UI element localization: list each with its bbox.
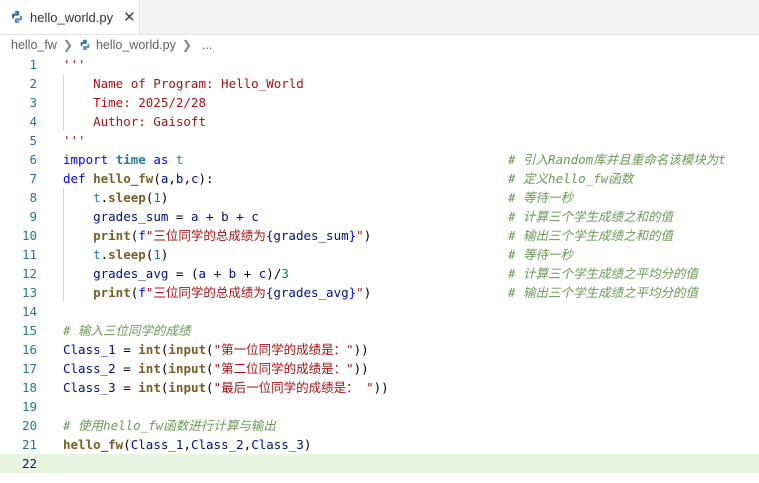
- tab-hello-world-py[interactable]: hello_world.py ✕: [0, 0, 140, 34]
- breadcrumb-file-label: hello_world.py: [95, 38, 176, 52]
- code-line[interactable]: 12 grades_avg = (a + b + c)/3 # 计算三个学生成绩之…: [0, 264, 759, 283]
- line-code: grades_sum = a + b + c: [93, 209, 259, 224]
- line-comment: # 计算三个学生成绩之平均分的值: [508, 266, 699, 281]
- code-line[interactable]: 11 t.sleep(1) # 等待一秒: [0, 245, 759, 264]
- line-number: 3: [29, 95, 37, 110]
- line-code: import time as t: [63, 152, 184, 167]
- line-code: ''': [63, 57, 86, 72]
- line-number: 2: [29, 76, 37, 91]
- breadcrumb-file[interactable]: hello_world.py: [79, 38, 176, 52]
- code-line[interactable]: 21 hello_fw(Class_1,Class_2,Class_3): [0, 435, 759, 454]
- chevron-right-icon: ❯: [181, 38, 192, 52]
- code-line[interactable]: 9 grades_sum = a + b + c # 计算三个学生成绩之和的值: [0, 207, 759, 226]
- line-code: print(f"三位同学的总成绩为{grades_avg}"): [93, 285, 372, 300]
- code-line[interactable]: 18 Class_3 = int(input("最后一位同学的成绩是： ")): [0, 378, 759, 397]
- breadcrumb-ellipsis[interactable]: ...: [202, 38, 212, 52]
- line-code: # 输入三位同学的成绩: [63, 323, 191, 338]
- line-number: 13: [21, 285, 37, 300]
- code-line[interactable]: 15 # 输入三位同学的成绩: [0, 321, 759, 340]
- line-number: 7: [29, 171, 37, 186]
- code-line[interactable]: 14: [0, 302, 759, 321]
- code-line[interactable]: 8 t.sleep(1) # 等待一秒: [0, 188, 759, 207]
- close-icon[interactable]: ✕: [123, 10, 136, 25]
- line-comment: # 计算三个学生成绩之和的值: [508, 209, 674, 224]
- line-code: Name of Program: Hello_World: [63, 76, 304, 91]
- code-line[interactable]: 10 print(f"三位同学的总成绩为{grades_sum}") # 输出三个…: [0, 226, 759, 245]
- editor-tab-bar: hello_world.py ✕: [0, 0, 759, 35]
- line-code: Author: Gaisoft: [63, 114, 206, 129]
- code-line[interactable]: 17 Class_2 = int(input("第二位同学的成绩是：")): [0, 359, 759, 378]
- code-line[interactable]: 19: [0, 397, 759, 416]
- line-code: print(f"三位同学的总成绩为{grades_sum}"): [93, 228, 372, 243]
- line-code: t.sleep(1): [93, 247, 169, 262]
- line-number: 19: [21, 399, 37, 414]
- line-number: 12: [21, 266, 37, 281]
- code-line[interactable]: 20 # 使用hello_fw函数进行计算与输出: [0, 416, 759, 435]
- line-code: Class_2 = int(input("第二位同学的成绩是：")): [63, 361, 369, 376]
- code-line[interactable]: 1 ''': [0, 55, 759, 74]
- line-number: 4: [29, 114, 37, 129]
- line-number: 17: [21, 361, 37, 376]
- code-line[interactable]: 4 Author: Gaisoft: [0, 112, 759, 131]
- line-number: 5: [29, 133, 37, 148]
- code-line[interactable]: 7 def hello_fw(a,b,c): # 定义hello_fw函数: [0, 169, 759, 188]
- line-number: 18: [21, 380, 37, 395]
- line-number: 22: [21, 456, 37, 471]
- line-comment: # 等待一秒: [508, 190, 574, 205]
- line-number: 14: [21, 304, 37, 319]
- code-line[interactable]: 6 import time as t # 引入Random库并且重命名该模块为t: [0, 150, 759, 169]
- line-code: Time: 2025/2/28: [63, 95, 206, 110]
- code-line[interactable]: 22: [0, 454, 759, 473]
- line-comment: # 输出三个学生成绩之平均分的值: [508, 285, 699, 300]
- code-line[interactable]: 16 Class_1 = int(input("第一位同学的成绩是：")): [0, 340, 759, 359]
- code-editor[interactable]: 1 ''' 2 Name of Program: Hello_World 3 Time…: [0, 55, 759, 483]
- line-number: 16: [21, 342, 37, 357]
- line-code: def hello_fw(a,b,c):: [63, 171, 214, 186]
- chevron-right-icon: ❯: [62, 38, 73, 52]
- line-comment: # 等待一秒: [508, 247, 574, 262]
- line-number: 1: [29, 57, 37, 72]
- line-code: ''': [63, 133, 86, 148]
- line-number: 6: [29, 152, 37, 167]
- line-comment: # 定义hello_fw函数: [508, 171, 634, 186]
- python-file-icon: [11, 10, 23, 24]
- line-comment: # 输出三个学生成绩之和的值: [508, 228, 674, 243]
- line-code: Class_3 = int(input("最后一位同学的成绩是： ")): [63, 380, 389, 395]
- code-line[interactable]: 3 Time: 2025/2/28: [0, 93, 759, 112]
- line-number: 21: [21, 437, 37, 452]
- line-comment: # 引入Random库并且重命名该模块为t: [508, 152, 726, 167]
- tab-label: hello_world.py: [30, 9, 114, 25]
- line-number: 20: [21, 418, 37, 433]
- line-number: 11: [21, 247, 37, 262]
- indent-guide: [63, 74, 64, 131]
- line-code: Class_1 = int(input("第一位同学的成绩是：")): [63, 342, 369, 357]
- python-file-icon: [80, 39, 90, 51]
- indent-guide: [63, 188, 64, 302]
- line-code: grades_avg = (a + b + c)/3: [93, 266, 289, 281]
- line-number: 9: [29, 209, 37, 224]
- code-line[interactable]: 2 Name of Program: Hello_World: [0, 74, 759, 93]
- line-number: 10: [21, 228, 37, 243]
- breadcrumb-folder[interactable]: hello_fw: [11, 38, 57, 52]
- line-code: hello_fw(Class_1,Class_2,Class_3): [63, 437, 312, 452]
- line-number: 15: [21, 323, 37, 338]
- breadcrumb: hello_fw ❯ hello_world.py ❯ ...: [0, 35, 759, 55]
- line-number: 8: [29, 190, 37, 205]
- code-line[interactable]: 13 print(f"三位同学的总成绩为{grades_avg}") # 输出三个…: [0, 283, 759, 302]
- line-code: # 使用hello_fw函数进行计算与输出: [63, 418, 276, 433]
- code-line[interactable]: 5 ''': [0, 131, 759, 150]
- line-code: t.sleep(1): [93, 190, 169, 205]
